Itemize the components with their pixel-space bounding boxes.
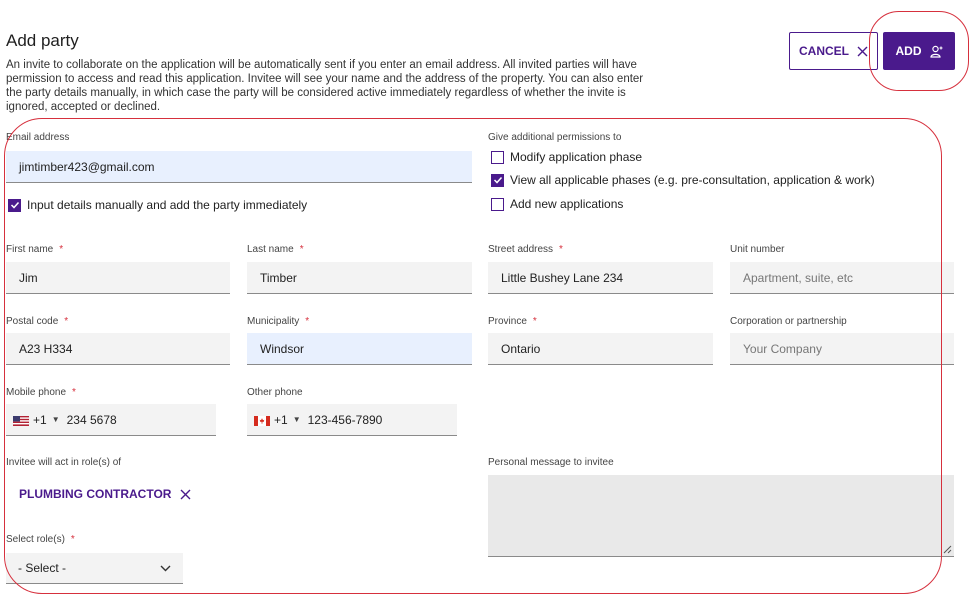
manual-input-checkbox[interactable]: [8, 198, 21, 212]
province-value: Ontario: [501, 341, 541, 356]
last-name-value: Timber: [260, 270, 297, 285]
first-name-field[interactable]: Jim: [6, 262, 230, 294]
email-value: jimtimber423@gmail.com: [19, 159, 155, 174]
manual-input-label: Input details manually and add the party…: [27, 198, 308, 212]
canada-flag-icon[interactable]: [254, 415, 270, 426]
check-icon: [493, 176, 502, 184]
street-address-value: Little Bushey Lane 234: [501, 270, 624, 285]
last-name-label: Last name *: [247, 244, 304, 255]
street-address-label: Street address *: [488, 244, 563, 255]
close-icon[interactable]: [180, 489, 191, 500]
mobile-phone-value: 234 5678: [66, 412, 117, 427]
roles-label: Invitee will act in role(s) of: [6, 457, 122, 468]
unit-number-label: Unit number: [730, 244, 785, 255]
postal-code-label: Postal code *: [6, 316, 69, 327]
resize-handle-icon[interactable]: [942, 544, 952, 554]
email-field[interactable]: jimtimber423@gmail.com: [6, 151, 472, 183]
other-country-code[interactable]: +1: [274, 413, 288, 427]
email-label: Email address: [6, 132, 70, 143]
unit-number-field[interactable]: Apartment, suite, etc: [730, 262, 954, 294]
message-label: Personal message to invitee: [488, 457, 614, 468]
cancel-button[interactable]: CANCEL: [789, 32, 878, 70]
mobile-phone-label: Mobile phone *: [6, 387, 76, 398]
permission-modify-checkbox[interactable]: [491, 150, 504, 164]
municipality-label: Municipality *: [247, 316, 310, 327]
province-field[interactable]: Ontario: [488, 333, 713, 365]
last-name-field[interactable]: Timber: [247, 262, 472, 294]
intro-text: An invite to collaborate on the applicat…: [6, 59, 644, 113]
municipality-field[interactable]: Windsor: [247, 333, 472, 365]
page-title: Add party: [6, 31, 79, 50]
province-label: Province *: [488, 316, 537, 327]
cancel-button-label: CANCEL: [799, 44, 849, 58]
permission-view-checkbox[interactable]: [491, 173, 504, 187]
postal-code-field[interactable]: A23 H334: [6, 333, 230, 365]
permission-view-row[interactable]: View all applicable phases (e.g. pre-con…: [491, 173, 875, 187]
municipality-value: Windsor: [260, 341, 305, 356]
role-tag: PLUMBING CONTRACTOR: [19, 487, 191, 501]
us-flag-icon[interactable]: [13, 415, 29, 426]
permissions-label: Give additional permissions to: [488, 132, 622, 143]
person-add-icon: [929, 45, 942, 58]
chevron-down-icon[interactable]: ▼: [52, 415, 60, 424]
manual-input-checkbox-row[interactable]: Input details manually and add the party…: [8, 198, 307, 212]
check-icon: [10, 201, 19, 209]
add-button[interactable]: ADD: [883, 32, 955, 70]
chevron-down-icon[interactable]: ▼: [293, 415, 301, 424]
unit-number-placeholder: Apartment, suite, etc: [743, 270, 854, 285]
permission-modify-row[interactable]: Modify application phase: [491, 150, 642, 164]
permission-add-checkbox[interactable]: [491, 197, 504, 211]
other-phone-field[interactable]: +1 ▼ 123-456-7890: [247, 404, 457, 436]
select-roles-dropdown[interactable]: - Select -: [6, 553, 183, 584]
corporation-placeholder: Your Company: [743, 341, 822, 356]
other-phone-placeholder: 123-456-7890: [307, 412, 383, 427]
postal-code-value: A23 H334: [19, 341, 73, 356]
select-roles-value: - Select -: [18, 561, 67, 575]
street-address-field[interactable]: Little Bushey Lane 234: [488, 262, 713, 294]
mobile-phone-field[interactable]: +1 ▼ 234 5678: [6, 404, 216, 436]
permission-add-label: Add new applications: [510, 197, 624, 211]
permission-view-label: View all applicable phases (e.g. pre-con…: [510, 173, 875, 187]
permission-add-row[interactable]: Add new applications: [491, 197, 623, 211]
first-name-label: First name *: [6, 244, 64, 255]
other-phone-label: Other phone: [247, 387, 303, 398]
corporation-label: Corporation or partnership: [730, 316, 847, 327]
chevron-down-icon: [160, 565, 171, 571]
permission-modify-label: Modify application phase: [510, 150, 643, 164]
first-name-value: Jim: [19, 270, 38, 285]
role-tag-label: PLUMBING CONTRACTOR: [19, 487, 172, 501]
select-roles-label: Select role(s) *: [6, 534, 75, 545]
corporation-field[interactable]: Your Company: [730, 333, 954, 365]
close-icon: [857, 46, 868, 56]
add-button-label: ADD: [895, 44, 922, 58]
mobile-country-code[interactable]: +1: [33, 413, 47, 427]
message-textarea[interactable]: [488, 475, 954, 557]
